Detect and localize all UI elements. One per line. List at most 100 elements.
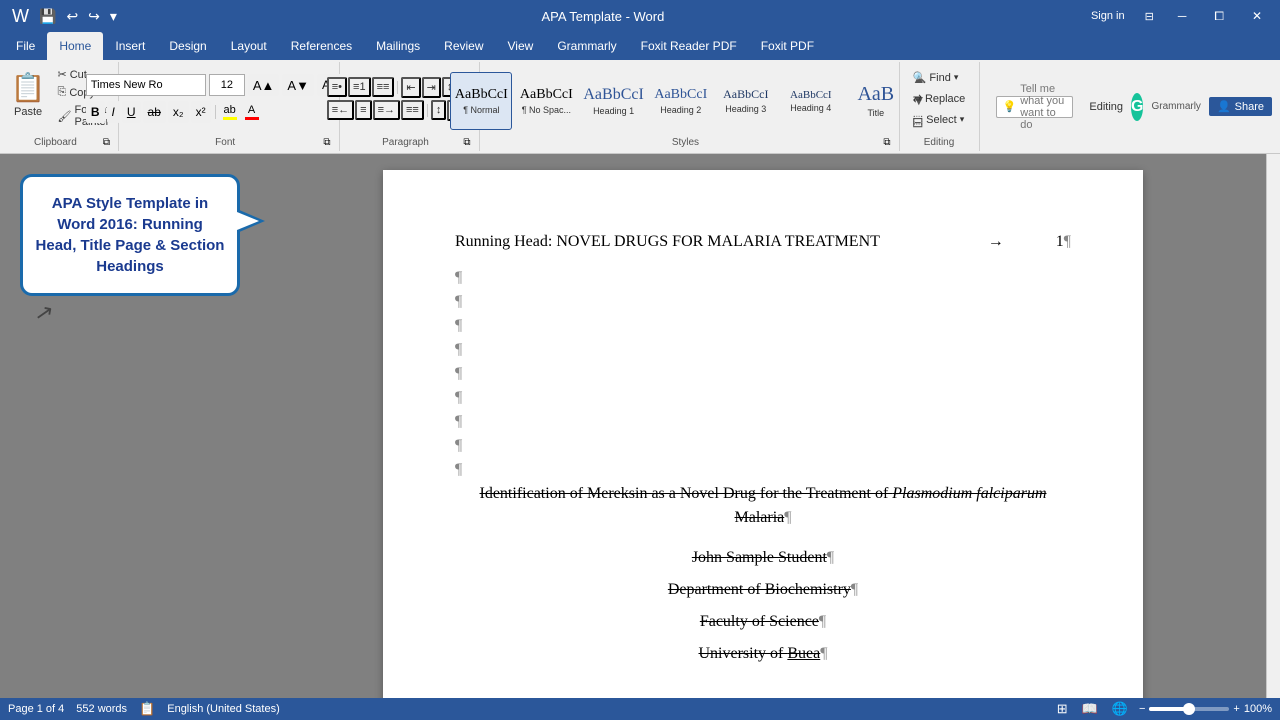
close-button[interactable]: ✕	[1242, 0, 1272, 32]
doc-scroll[interactable]: Running Head: NOVEL DRUGS FOR MALARIA TR…	[260, 154, 1266, 698]
text-highlight-button[interactable]: ab	[220, 103, 240, 121]
para-mark-1: ¶	[455, 266, 1071, 290]
style-nospace-preview: AaBbCcI	[520, 87, 573, 103]
print-layout-view-button[interactable]: ⊞	[1054, 700, 1071, 718]
decrease-indent-button[interactable]: ⇤	[401, 77, 420, 98]
tab-foxit-pdf[interactable]: Foxit Reader PDF	[629, 32, 749, 60]
editing-group-label: Editing	[908, 134, 971, 150]
grammarly-button[interactable]: G	[1131, 93, 1143, 121]
font-size-input[interactable]	[209, 74, 245, 96]
ribbon-display-icon[interactable]: ⊟	[1139, 8, 1160, 25]
styles-expand-icon[interactable]: ⧉	[883, 137, 890, 148]
tab-file[interactable]: File	[4, 32, 47, 60]
bold-button[interactable]: B	[86, 101, 105, 123]
callout-arrow-inner	[237, 212, 259, 230]
style-h2-label: Heading 2	[660, 105, 701, 115]
replace-icon: ⇄	[913, 92, 922, 105]
find-button[interactable]: 🔍 Find ▾	[907, 68, 972, 87]
select-button[interactable]: ⬚ Select ▾	[907, 110, 972, 129]
align-center-button[interactable]: ≡	[355, 100, 371, 120]
tab-mailings[interactable]: Mailings	[364, 32, 432, 60]
tab-foxit-pdf2[interactable]: Foxit PDF	[749, 32, 826, 60]
university-text: University of	[699, 645, 788, 662]
zoom-in-icon[interactable]: +	[1233, 703, 1239, 715]
multilevel-list-button[interactable]: ≡≡	[372, 77, 395, 97]
style-heading3[interactable]: AaBbCcI Heading 3	[715, 72, 777, 130]
font-color-button[interactable]: A	[242, 103, 262, 121]
highlight-color-indicator	[223, 117, 237, 120]
style-normal[interactable]: AaBbCcI ¶ Normal	[450, 72, 512, 130]
title-bar-title: APA Template - Word	[121, 9, 1085, 24]
strikethrough-button[interactable]: ab	[143, 101, 166, 123]
tab-design[interactable]: Design	[157, 32, 218, 60]
status-right: ⊞ 📖 🌐 − + 100%	[1054, 700, 1272, 718]
justify-button[interactable]: ≡≡	[401, 100, 424, 120]
save-icon[interactable]: 💾	[35, 6, 60, 27]
doc-department: Department of Biochemistry¶	[455, 578, 1071, 602]
redo-icon[interactable]: ↪	[84, 6, 104, 27]
tab-layout[interactable]: Layout	[219, 32, 279, 60]
sign-in-button[interactable]: Sign in	[1085, 8, 1131, 24]
decrease-font-button[interactable]: A▼	[282, 74, 314, 96]
align-right-button[interactable]: ≡→	[373, 100, 400, 120]
tell-me-input[interactable]: 💡 Tell me what you want to do	[996, 96, 1074, 118]
font-expand-icon[interactable]: ⧉	[323, 137, 330, 148]
page-indicator: Page 1 of 4	[8, 703, 64, 715]
undo-icon[interactable]: ↩	[62, 6, 82, 27]
quick-access-toolbar: W 💾 ↩ ↪ ▾	[8, 4, 121, 29]
right-scrollbar[interactable]	[1266, 154, 1280, 698]
tab-review[interactable]: Review	[432, 32, 495, 60]
replace-button[interactable]: ⇄ Replace	[907, 89, 972, 108]
style-h4-label: Heading 4	[790, 103, 831, 113]
title-para-mark: ¶	[784, 509, 791, 526]
font-name-input[interactable]	[86, 74, 206, 96]
editing-label-row: Editing	[904, 133, 975, 151]
paste-button[interactable]: 📋 Paste	[5, 66, 52, 122]
zoom-slider[interactable]: − + 100%	[1139, 703, 1272, 715]
clipboard-expand-icon[interactable]: ⧉	[103, 137, 110, 148]
tab-grammarly[interactable]: Grammarly	[545, 32, 628, 60]
faculty-para-mark: ¶	[819, 613, 826, 630]
style-heading4[interactable]: AaBbCcI Heading 4	[780, 72, 842, 130]
zoom-percent: 100%	[1244, 703, 1272, 715]
zoom-out-icon[interactable]: −	[1139, 703, 1145, 715]
proofing-icon[interactable]: 📋	[139, 701, 155, 717]
zoom-track[interactable]	[1149, 707, 1229, 711]
subscript-button[interactable]: x₂	[168, 101, 189, 123]
read-mode-button[interactable]: 📖	[1079, 700, 1101, 718]
doc-author: John Sample Student¶	[455, 546, 1071, 570]
increase-indent-button[interactable]: ⇥	[422, 77, 441, 98]
numbering-button[interactable]: ≡1	[348, 77, 371, 97]
style-heading1[interactable]: AaBbCcI Heading 1	[580, 72, 646, 130]
line-spacing-button[interactable]: ↕	[431, 100, 447, 120]
style-nospace-label: ¶ No Spac...	[522, 105, 571, 115]
tab-view[interactable]: View	[496, 32, 546, 60]
para-expand-icon[interactable]: ⧉	[463, 137, 470, 148]
increase-font-button[interactable]: A▲	[248, 74, 280, 96]
style-title-label: Title	[867, 108, 884, 118]
web-layout-button[interactable]: 🌐	[1109, 700, 1131, 718]
doc-header: Running Head: NOVEL DRUGS FOR MALARIA TR…	[455, 230, 1071, 254]
author-para-mark: ¶	[827, 549, 834, 566]
cursor-pointer: ↗	[33, 299, 56, 328]
style-title[interactable]: AaB Title	[845, 72, 907, 130]
font-color-icon: A	[248, 104, 255, 116]
bullets-button[interactable]: ≡•	[327, 77, 347, 97]
tab-references[interactable]: References	[279, 32, 364, 60]
share-button[interactable]: 👤 Share	[1209, 97, 1272, 116]
restore-button[interactable]: ⧠	[1204, 0, 1234, 32]
callout-box: APA Style Template in Word 2016: Running…	[20, 174, 240, 296]
align-left-button[interactable]: ≡←	[327, 100, 354, 120]
customize-icon[interactable]: ▾	[106, 6, 121, 27]
minimize-button[interactable]: ─	[1168, 0, 1197, 32]
italic-button[interactable]: I	[107, 101, 120, 123]
underline-button[interactable]: U	[122, 101, 141, 123]
style-heading2[interactable]: AaBbCcI Heading 2	[650, 72, 712, 130]
font-label-row: Font ⧉	[123, 133, 335, 151]
empty-line-2: ¶	[455, 314, 1071, 338]
tab-insert[interactable]: Insert	[103, 32, 157, 60]
superscript-button[interactable]: x²	[191, 101, 211, 123]
style-no-space[interactable]: AaBbCcI ¶ No Spac...	[515, 72, 577, 130]
tab-home[interactable]: Home	[47, 32, 103, 60]
zoom-thumb[interactable]	[1183, 703, 1195, 715]
